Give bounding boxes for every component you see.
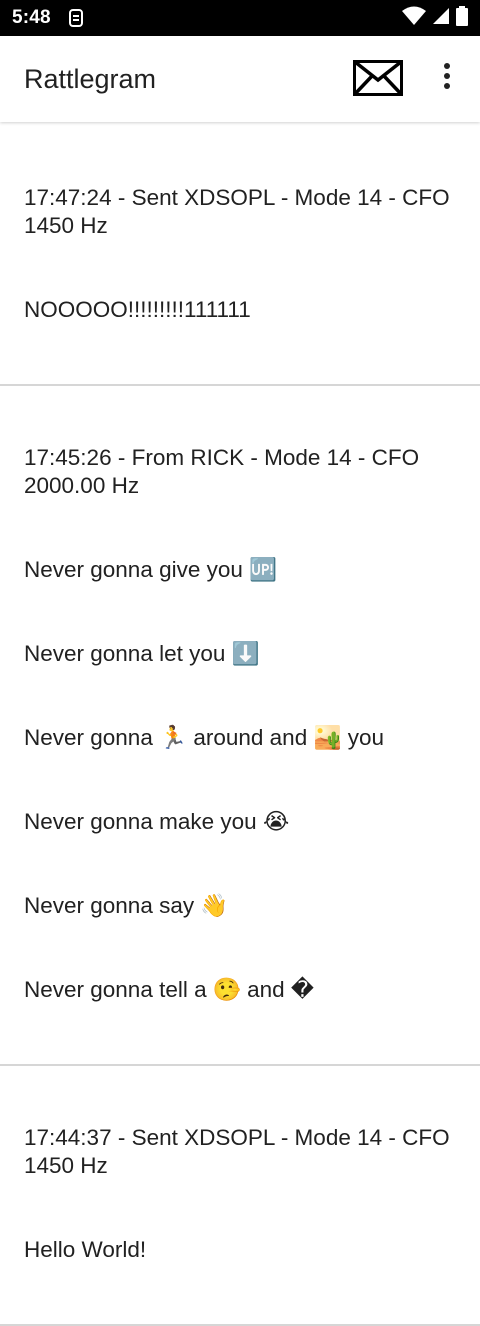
status-bar: 5:48 bbox=[0, 0, 480, 36]
message-text: Never gonna 🏃 around and 🏜️ you bbox=[24, 725, 384, 750]
message-text: Hello World! bbox=[24, 1237, 147, 1262]
message-text: Never gonna tell a 🤥 and � bbox=[24, 977, 314, 1002]
message-text: Never gonna make you 😭 bbox=[24, 809, 290, 834]
message-item[interactable]: 17:45:26 - From RICK - Mode 14 - CFO 200… bbox=[0, 386, 480, 1066]
message-header: 17:44:37 - Sent XDSOPL - Mode 14 - CFO 1… bbox=[24, 1125, 456, 1178]
message-item[interactable]: 17:47:24 - Sent XDSOPL - Mode 14 - CFO 1… bbox=[0, 126, 480, 386]
message-text: Never gonna say 👋 bbox=[24, 893, 229, 918]
message-text: Never gonna give you 🆙 bbox=[24, 557, 278, 582]
app-title: Rattlegram bbox=[24, 63, 157, 94]
message-text: Never gonna let you ⬇️ bbox=[24, 641, 260, 666]
message-list: 17:47:24 - Sent XDSOPL - Mode 14 - CFO 1… bbox=[0, 122, 480, 1326]
status-time: 5:48 bbox=[12, 7, 51, 28]
sync-icon bbox=[68, 9, 86, 27]
app-bar: Rattlegram bbox=[0, 36, 480, 122]
message-header: 17:45:26 - From RICK - Mode 14 - CFO 200… bbox=[24, 445, 426, 498]
status-icons bbox=[402, 0, 468, 36]
battery-icon bbox=[456, 5, 468, 31]
wifi-icon bbox=[402, 6, 426, 31]
mail-icon[interactable] bbox=[353, 60, 403, 96]
message-item[interactable]: 17:44:37 - Sent XDSOPL - Mode 14 - CFO 1… bbox=[0, 1066, 480, 1326]
message-text: NOOOOO!!!!!!!!!111111 bbox=[24, 297, 251, 322]
more-vert-icon[interactable] bbox=[432, 61, 462, 91]
signal-icon bbox=[432, 7, 450, 30]
message-header: 17:47:24 - Sent XDSOPL - Mode 14 - CFO 1… bbox=[24, 185, 456, 238]
